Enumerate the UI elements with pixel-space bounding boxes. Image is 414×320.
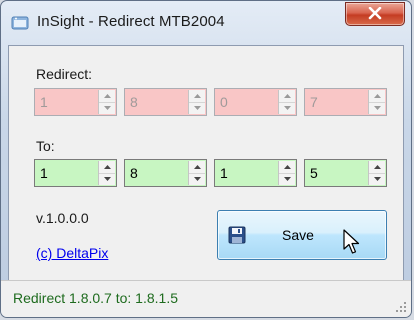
- to-field-3[interactable]: 1: [214, 159, 297, 187]
- redirect-field-3-value: 0: [220, 94, 228, 110]
- redirect-label: Redirect:: [36, 66, 93, 82]
- spin-buttons: [98, 161, 115, 185]
- mouse-pointer-icon: [343, 229, 360, 254]
- app-window-icon: [11, 16, 29, 30]
- to-field-1-value[interactable]: 1: [40, 165, 48, 181]
- chevron-down-icon: [189, 102, 205, 114]
- to-field-4[interactable]: 5: [304, 159, 387, 187]
- chevron-down-icon: [369, 102, 385, 114]
- chevron-down-icon: [279, 102, 295, 114]
- title-bar[interactable]: InSight - Redirect MTB2004: [1, 1, 411, 45]
- status-text: Redirect 1.8.0.7 to: 1.8.1.5: [13, 290, 178, 306]
- save-button[interactable]: Save: [217, 210, 387, 260]
- spin-buttons: [368, 90, 385, 114]
- redirect-field-3: 0: [214, 88, 297, 116]
- save-button-label: Save: [282, 227, 314, 243]
- spin-buttons: [278, 161, 295, 185]
- redirect-field-1-value: 1: [40, 94, 48, 110]
- window-title: InSight - Redirect MTB2004: [37, 13, 225, 30]
- to-field-2-value[interactable]: 8: [130, 165, 138, 181]
- redirect-field-2-value: 8: [130, 94, 138, 110]
- spin-buttons: [98, 90, 115, 114]
- redirect-window: InSight - Redirect MTB2004 Redirect: 1 8…: [0, 0, 412, 318]
- close-x-icon: [368, 7, 382, 20]
- redirect-field-4: 7: [304, 88, 387, 116]
- status-bar: Redirect 1.8.0.7 to: 1.8.1.5: [1, 280, 411, 317]
- version-label: v.1.0.0.0: [36, 210, 89, 226]
- chevron-down-icon[interactable]: [189, 173, 205, 185]
- to-field-3-value[interactable]: 1: [220, 165, 228, 181]
- chevron-down-icon[interactable]: [279, 173, 295, 185]
- floppy-disk-icon: [228, 226, 246, 244]
- to-field-4-value[interactable]: 5: [310, 165, 318, 181]
- redirect-field-1: 1: [34, 88, 117, 116]
- spin-buttons: [278, 90, 295, 114]
- chevron-down-icon[interactable]: [99, 173, 115, 185]
- chevron-down-icon[interactable]: [369, 173, 385, 185]
- spin-buttons: [368, 161, 385, 185]
- to-label: To:: [36, 138, 55, 154]
- close-button[interactable]: [345, 2, 405, 26]
- redirect-field-4-value: 7: [310, 94, 318, 110]
- to-field-1[interactable]: 1: [34, 159, 117, 187]
- main-panel: Redirect: 1 8 0 7 To: 1 8 1 5 v.1.0.0.0 …: [8, 45, 404, 313]
- chevron-down-icon: [99, 102, 115, 114]
- spin-buttons: [188, 161, 205, 185]
- resize-grip-icon[interactable]: [396, 302, 407, 313]
- spin-buttons: [188, 90, 205, 114]
- redirect-field-2: 8: [124, 88, 207, 116]
- to-field-2[interactable]: 8: [124, 159, 207, 187]
- deltapix-link[interactable]: (c) DeltaPix: [36, 245, 108, 261]
